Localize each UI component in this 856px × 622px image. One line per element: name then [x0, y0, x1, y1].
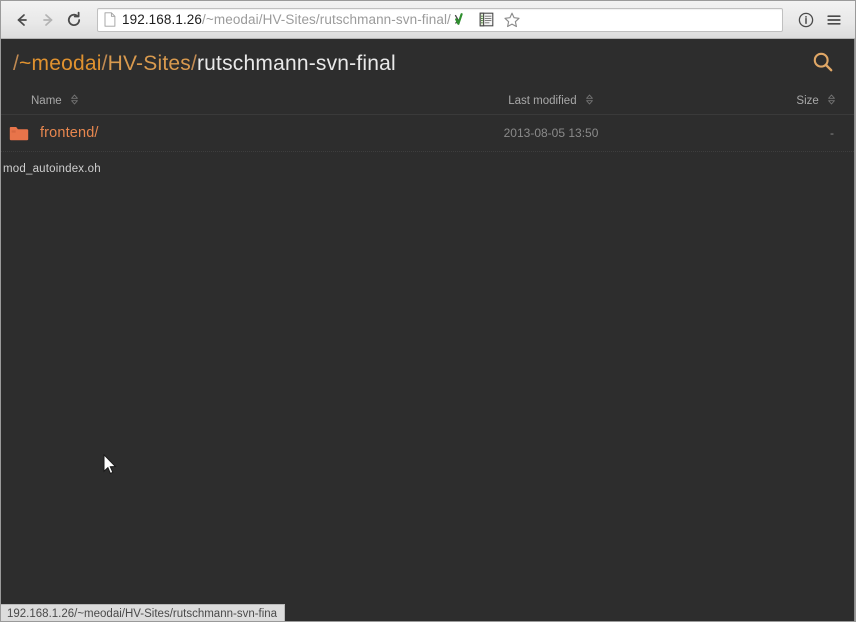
status-bar-text: 192.168.1.26/~meodai/HV-Sites/rutschmann… — [7, 607, 278, 620]
folder-icon — [9, 125, 29, 142]
back-button[interactable] — [9, 7, 35, 33]
browser-toolbar: 192.168.1.26/~meodai/HV-Sites/rutschmann… — [1, 1, 855, 39]
bookmark-star-icon[interactable] — [501, 9, 523, 31]
row-name-link[interactable]: frontend/ — [40, 125, 99, 141]
row-modified-cell: 2013-08-05 13:50 — [503, 126, 599, 140]
sort-toggle-icon-name[interactable] — [70, 94, 79, 108]
table-row[interactable]: frontend/ 2013-08-05 13:50 - — [1, 115, 854, 152]
breadcrumb: /~meodai/HV-Sites/rutschmann-svn-final — [13, 53, 806, 74]
column-header-last-modified[interactable]: Last modified — [341, 94, 761, 108]
column-header-last-modified-label: Last modified — [508, 94, 577, 107]
omnibox-action-icons — [451, 9, 525, 31]
sort-toggle-icon-modified[interactable] — [585, 94, 594, 108]
column-header-size-label: Size — [796, 94, 819, 107]
status-bar: 192.168.1.26/~meodai/HV-Sites/rutschmann… — [1, 604, 286, 621]
address-path: /~meodai/HV-Sites/rutschmann-svn-final/ — [202, 12, 451, 27]
column-header-name-label: Name — [31, 94, 62, 107]
mouse-cursor — [103, 453, 117, 475]
column-header-size[interactable]: Size — [761, 94, 854, 108]
forward-arrow-icon — [39, 11, 57, 29]
breadcrumb-current: rutschmann-svn-final — [196, 52, 396, 74]
search-button[interactable] — [806, 46, 840, 80]
forward-button[interactable] — [35, 7, 61, 33]
directory-header: /~meodai/HV-Sites/rutschmann-svn-final — [1, 39, 854, 87]
row-size-cell: - — [830, 126, 834, 140]
browser-window: 192.168.1.26/~meodai/HV-Sites/rutschmann… — [0, 0, 856, 622]
hamburger-menu-icon[interactable] — [821, 7, 847, 33]
checkmark-icon[interactable] — [451, 9, 473, 31]
sort-toggle-icon-size[interactable] — [827, 94, 836, 108]
page-document-icon — [104, 12, 116, 27]
reload-button[interactable] — [61, 7, 87, 33]
breadcrumb-segment-meodai[interactable]: ~meodai — [19, 53, 102, 74]
table-column-headers: Name Last modified Size — [1, 87, 854, 115]
address-text: 192.168.1.26/~meodai/HV-Sites/rutschmann… — [122, 13, 451, 27]
row-name-cell: frontend/ — [1, 125, 341, 142]
info-circle-icon[interactable] — [793, 7, 819, 33]
address-bar[interactable]: 192.168.1.26/~meodai/HV-Sites/rutschmann… — [97, 7, 783, 32]
reload-icon — [65, 11, 83, 29]
footer-note: mod_autoindex.oh — [3, 163, 101, 175]
address-host: 192.168.1.26 — [122, 12, 203, 27]
search-icon — [810, 49, 836, 78]
directory-listing-page: /~meodai/HV-Sites/rutschmann-svn-final N… — [1, 39, 855, 621]
page-source-icon[interactable] — [476, 9, 498, 31]
back-arrow-icon — [13, 11, 31, 29]
breadcrumb-segment-hv-sites[interactable]: HV-Sites — [108, 53, 191, 74]
chrome-right-icons — [789, 7, 847, 33]
column-header-name[interactable]: Name — [1, 94, 341, 108]
